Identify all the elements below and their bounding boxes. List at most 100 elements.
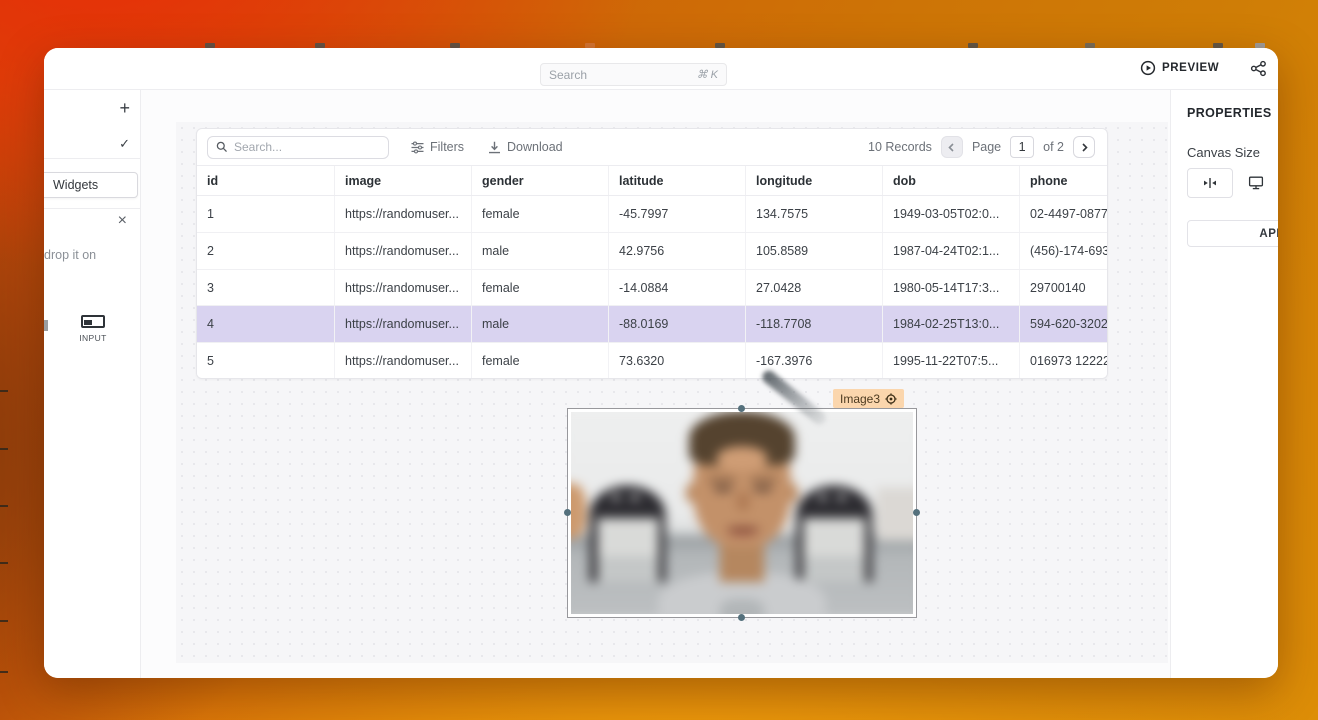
filters-button[interactable]: Filters bbox=[411, 140, 464, 154]
table-cell: https://randomuser... bbox=[334, 306, 471, 342]
desktop-size-button[interactable] bbox=[1233, 168, 1278, 198]
table-cell: 1980-05-14T17:3... bbox=[882, 270, 1019, 306]
portrait-photo bbox=[571, 412, 913, 614]
ruler-tick bbox=[0, 562, 8, 564]
image-widget[interactable] bbox=[567, 408, 917, 618]
chevron-right-icon bbox=[1080, 143, 1089, 152]
image-widget-badge[interactable]: Image3 bbox=[833, 389, 904, 408]
canvas-size-toggle bbox=[1187, 168, 1278, 198]
resize-handle-bottom[interactable] bbox=[738, 614, 745, 621]
prev-page-button[interactable] bbox=[941, 136, 963, 158]
preview-button[interactable]: PREVIEW bbox=[1140, 60, 1219, 76]
fit-width-button[interactable] bbox=[1187, 168, 1233, 198]
properties-panel: PROPERTIES Canvas Size APP bbox=[1170, 90, 1278, 678]
table-search-box[interactable] bbox=[207, 136, 389, 159]
table-cell: 1995-11-22T07:5... bbox=[882, 343, 1019, 379]
table-cell: -88.0169 bbox=[608, 306, 745, 342]
properties-title: PROPERTIES bbox=[1187, 106, 1272, 120]
ruler-tick bbox=[0, 448, 8, 450]
table-cell: -45.7997 bbox=[608, 196, 745, 232]
next-page-button[interactable] bbox=[1073, 136, 1095, 158]
table-cell: https://randomuser... bbox=[334, 196, 471, 232]
ruler-tick bbox=[0, 390, 8, 392]
column-header-gender[interactable]: gender bbox=[471, 166, 608, 195]
column-header-latitude[interactable]: latitude bbox=[608, 166, 745, 195]
monitor-icon bbox=[1248, 175, 1264, 191]
global-search[interactable]: ⌘ K bbox=[540, 63, 727, 86]
table-cell: 1987-04-24T02:1... bbox=[882, 233, 1019, 269]
table-cell: https://randomuser... bbox=[334, 343, 471, 379]
page-label: Page bbox=[972, 140, 1001, 154]
table-cell: 1 bbox=[197, 196, 334, 232]
table-cell: 02-4497-0877 bbox=[1019, 196, 1108, 232]
table-search-input[interactable] bbox=[234, 140, 364, 154]
resize-handle-right[interactable] bbox=[913, 509, 920, 516]
page-number-input[interactable] bbox=[1010, 136, 1034, 158]
column-header-phone[interactable]: phone bbox=[1019, 166, 1108, 195]
download-icon bbox=[488, 141, 501, 154]
table-row[interactable]: 2https://randomuser...male42.9756105.858… bbox=[197, 233, 1107, 270]
column-header-longitude[interactable]: longitude bbox=[745, 166, 882, 195]
table-cell: https://randomuser... bbox=[334, 270, 471, 306]
table-row[interactable]: 1https://randomuser...female-45.7997134.… bbox=[197, 196, 1107, 233]
play-circle-icon bbox=[1140, 60, 1156, 76]
image-widget-name: Image3 bbox=[840, 392, 880, 406]
download-button[interactable]: Download bbox=[488, 140, 563, 154]
table-cell: 4 bbox=[197, 306, 334, 342]
table-cell: male bbox=[471, 233, 608, 269]
table-header-row: idimagegenderlatitudelongitudedobphone bbox=[197, 165, 1107, 196]
table-cell: 42.9756 bbox=[608, 233, 745, 269]
ruler-tick bbox=[0, 671, 8, 673]
close-icon[interactable]: × bbox=[118, 213, 127, 229]
confirm-icon[interactable]: ✓ bbox=[119, 136, 130, 152]
chevron-left-icon bbox=[947, 143, 956, 152]
widget-sidebar: + ✓ × drop it on INPUT bbox=[44, 90, 141, 678]
table-row[interactable]: 4https://randomuser...male-88.0169-118.7… bbox=[197, 306, 1107, 343]
topbar: ⌘ K PREVIEW bbox=[44, 48, 1278, 90]
widget-item-input[interactable]: INPUT bbox=[68, 315, 118, 343]
canvas-size-label: Canvas Size bbox=[1187, 145, 1260, 160]
table-cell: 3 bbox=[197, 270, 334, 306]
share-button[interactable] bbox=[1250, 60, 1267, 82]
drag-drop-hint-text: drop it on bbox=[44, 248, 96, 262]
search-shortcut-hint: ⌘ K bbox=[697, 68, 718, 81]
download-label: Download bbox=[507, 140, 563, 154]
table-cell: 1984-02-25T13:0... bbox=[882, 306, 1019, 342]
resize-handle-left[interactable] bbox=[564, 509, 571, 516]
table-cell: https://randomuser... bbox=[334, 233, 471, 269]
global-search-input[interactable] bbox=[549, 68, 669, 82]
widget-search-input[interactable] bbox=[44, 172, 138, 198]
resize-handle-top[interactable] bbox=[738, 405, 745, 412]
page-of-label: of 2 bbox=[1043, 140, 1064, 154]
sidebar-divider bbox=[44, 208, 141, 209]
table-pagination: 10 Records Page of 2 bbox=[868, 136, 1097, 158]
apply-button[interactable]: APP bbox=[1187, 220, 1278, 247]
table-cell: female bbox=[471, 196, 608, 232]
table-widget[interactable]: Filters Download 10 Records bbox=[196, 128, 1108, 379]
table-cell: -118.7708 bbox=[745, 306, 882, 342]
gear-icon[interactable] bbox=[885, 393, 897, 405]
table-body: 1https://randomuser...female-45.7997134.… bbox=[197, 196, 1107, 379]
records-count: 10 Records bbox=[868, 140, 932, 154]
filters-icon bbox=[411, 141, 424, 154]
table-cell: 73.6320 bbox=[608, 343, 745, 379]
column-header-image[interactable]: image bbox=[334, 166, 471, 195]
editor-main-area: Filters Download 10 Records bbox=[141, 90, 1170, 678]
table-row[interactable]: 5https://randomuser...female73.6320-167.… bbox=[197, 343, 1107, 379]
ruler-tick bbox=[0, 620, 8, 622]
widget-item-label: INPUT bbox=[68, 333, 118, 343]
input-widget-icon bbox=[81, 315, 105, 328]
add-page-button[interactable]: + bbox=[119, 99, 130, 117]
column-header-dob[interactable]: dob bbox=[882, 166, 1019, 195]
app-canvas[interactable]: Filters Download 10 Records bbox=[176, 122, 1168, 663]
table-cell: male bbox=[471, 306, 608, 342]
column-header-id[interactable]: id bbox=[197, 166, 334, 195]
search-icon bbox=[216, 141, 228, 153]
table-row[interactable]: 3https://randomuser...female-14.088427.0… bbox=[197, 270, 1107, 307]
table-cell: 1949-03-05T02:0... bbox=[882, 196, 1019, 232]
table-cell: female bbox=[471, 270, 608, 306]
clipped-widget-fragment bbox=[44, 320, 48, 331]
table-cell: 27.0428 bbox=[745, 270, 882, 306]
table-cell: 105.8589 bbox=[745, 233, 882, 269]
sidebar-divider bbox=[44, 158, 141, 159]
